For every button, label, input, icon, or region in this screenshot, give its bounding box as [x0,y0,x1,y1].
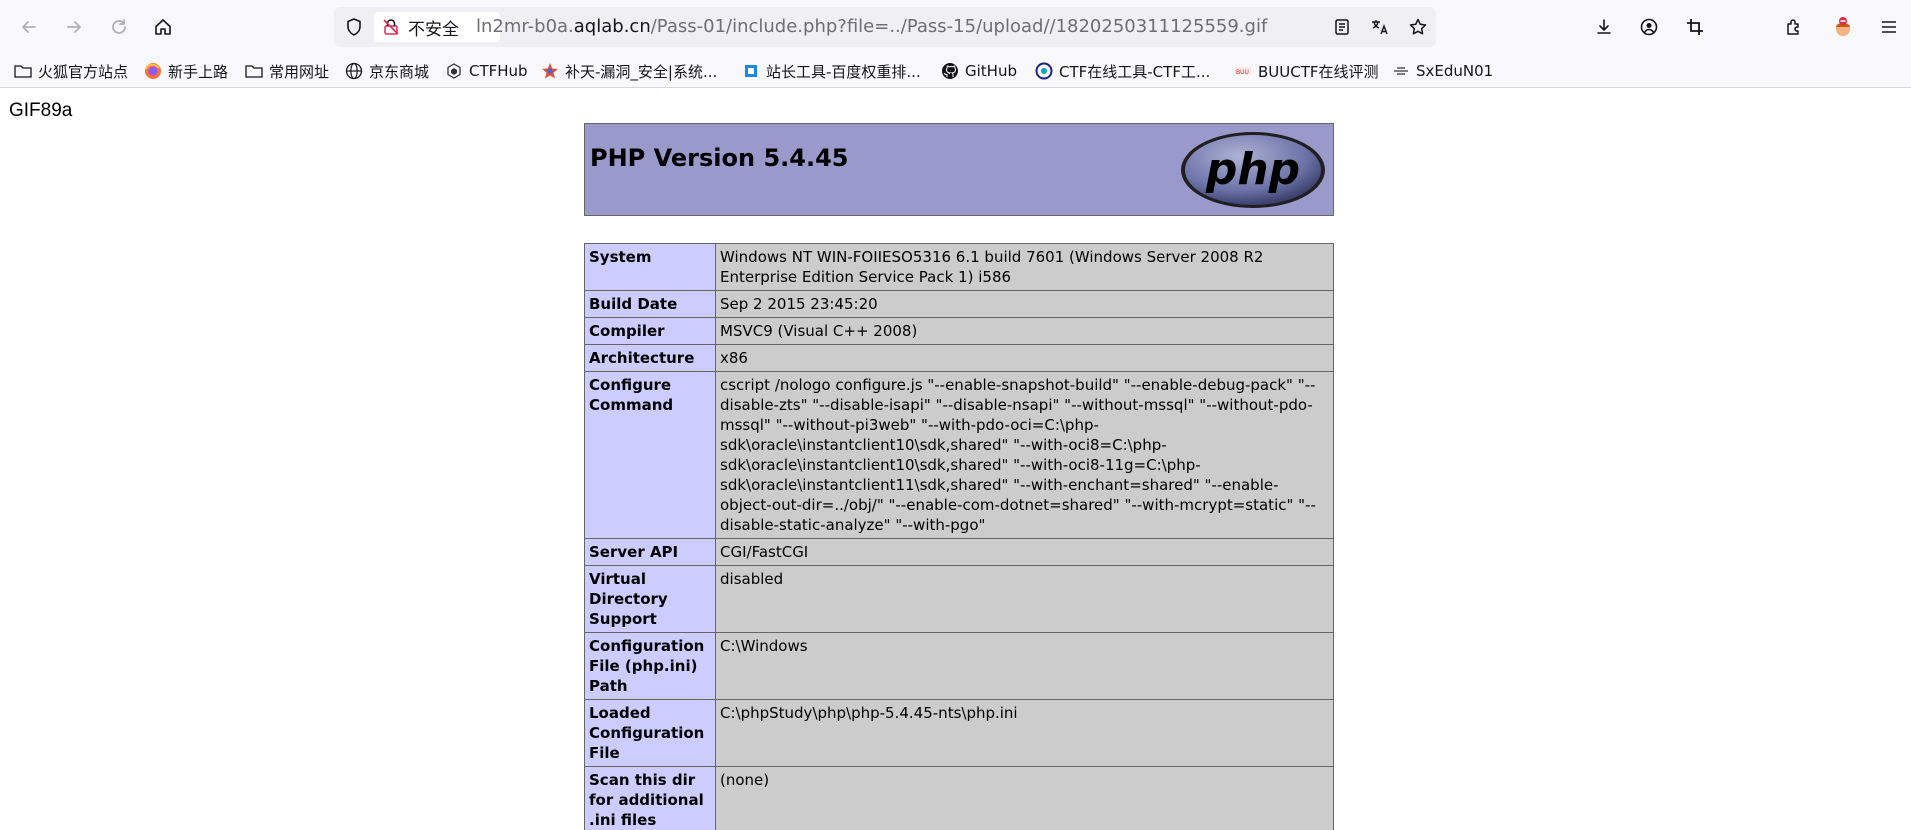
row-key: Configuration File (php.ini) Path [584,632,716,700]
chinaz-icon [742,62,760,80]
row-key: Architecture [584,344,716,372]
buuctf-icon: BUU [1234,62,1252,80]
row-key: Server API [584,538,716,566]
bookmark-item[interactable]: 补天-漏洞_安全|系统... [541,58,717,84]
tracking-protection-shield-icon[interactable] [342,15,366,39]
arrow-right-icon [67,21,81,33]
ctfhub-icon [445,62,463,80]
page-content: GIF89a PHP Version 5.4.45 php System Wind… [0,88,1911,830]
folder-icon [14,62,32,80]
row-value: (none) [715,766,1334,830]
arrow-left-icon [22,21,36,33]
reload-icon [112,19,126,34]
bookmark-item[interactable]: GitHub [941,58,1017,84]
bookmark-label: SxEduN01 [1416,62,1494,80]
home-icon [155,19,171,35]
screenshot-crop-icon[interactable] [1680,12,1710,42]
table-row: Virtual Directory Support disabled [584,565,1334,633]
row-key: Virtual Directory Support [584,565,716,633]
svg-text:BUU: BUU [1236,69,1249,76]
translate-icon[interactable] [1368,15,1392,39]
bookmark-item[interactable]: 常用网址 [245,58,329,84]
phpinfo-header: PHP Version 5.4.45 php [584,123,1334,216]
bookmark-label: GitHub [965,62,1017,80]
bookmark-item[interactable]: 京东商城 [345,58,429,84]
browser-toolbar: 不安全 ln2mr-b0a.aqlab.cn/Pass-01/include.p… [0,0,1911,54]
home-button[interactable] [148,12,178,42]
bookmark-item[interactable]: SxEduN01 [1392,58,1493,84]
url-domain: aqlab.cn [573,16,651,37]
menu-icon[interactable] [1874,12,1904,42]
globe-icon [345,62,363,80]
bookmark-label: 火狐官方站点 [38,62,129,81]
reader-view-icon[interactable] [1330,15,1354,39]
reload-button[interactable] [104,12,134,42]
bookmark-item[interactable]: 站长工具-百度权重排... [742,58,921,84]
row-key: Compiler [584,317,716,345]
table-row: Compiler MSVC9 (Visual C++ 2008) [584,317,1334,345]
bookmark-label: CTFHub [469,62,528,80]
gif-header-text: GIF89a [9,100,73,121]
back-button[interactable] [14,12,44,42]
bookmark-label: 常用网址 [269,62,330,81]
bookmark-item[interactable]: 火狐官方站点 [14,58,128,84]
firefox-icon [144,62,162,80]
row-key: System [584,243,716,291]
extensions-icon[interactable] [1779,12,1809,42]
github-icon [941,62,959,80]
table-row: Loaded Configuration File C:\phpStudy\php… [584,699,1334,767]
php-version-title: PHP Version 5.4.45 [590,144,849,172]
forward-button[interactable] [59,12,89,42]
table-row: Build Date Sep 2 2015 23:45:20 [584,290,1334,318]
row-value: Sep 2 2015 23:45:20 [715,290,1334,318]
url-domain-prefix: ln2mr-b0a. [476,16,574,37]
ctftool-icon [1035,62,1053,80]
php-logo-text: php [1205,144,1300,195]
bookmark-item[interactable]: CTF在线工具-CTF工... [1035,58,1210,84]
bookmark-label: 京东商城 [369,62,430,81]
bookmarks-toolbar: 火狐官方站点 新手上路 常用网址 京东商城 CTFHub 补天-漏洞_安全|系统… [0,54,1911,88]
bookmark-item[interactable]: 新手上路 [144,58,228,84]
url-path: /Pass-01/include.php?file=../Pass-15/upl… [650,16,1268,37]
sxedu-icon [1392,62,1410,80]
insecure-label: 不安全 [408,19,459,40]
phpinfo-table: System Windows NT WIN-FOIIESO5316 6.1 bui… [584,243,1334,830]
table-row: Scan this dir for additional .ini files(… [584,766,1334,830]
row-key: Loaded Configuration File [584,699,716,767]
folder-icon [245,62,263,80]
row-key: Configure Command [584,371,716,539]
table-row: Configuration File (php.ini) Path C:\Wind… [584,632,1334,700]
row-value: Windows NT WIN-FOIIESO5316 6.1 build 760… [715,243,1334,291]
bookmark-star-icon[interactable] [1406,15,1430,39]
butian-icon [541,62,559,80]
bookmark-label: 站长工具-百度权重排... [766,62,921,81]
bookmark-label: CTF在线工具-CTF工... [1059,62,1211,81]
bookmark-item[interactable]: CTFHub [445,58,528,84]
row-value: C:\phpStudy\php\php-5.4.45-nts\php.ini [715,699,1334,767]
table-row: Architecture x86 [584,344,1334,372]
address-bar[interactable]: 不安全 ln2mr-b0a.aqlab.cn/Pass-01/include.p… [334,7,1436,47]
table-row: System Windows NT WIN-FOIIESO5316 6.1 bui… [584,243,1334,291]
table-row: Configure Command cscript /nologo configu… [584,371,1334,539]
row-value: x86 [715,344,1334,372]
url-text[interactable]: ln2mr-b0a.aqlab.cn/Pass-01/include.php?f… [476,7,1267,47]
row-key: Build Date [584,290,716,318]
insecure-lock-icon [383,19,399,35]
row-value: CGI/FastCGI [715,538,1334,566]
extension-avatar-icon[interactable] [1828,12,1858,42]
account-icon[interactable] [1634,12,1664,42]
row-value: C:\Windows [715,632,1334,700]
bookmark-item[interactable]: BUU BUUCTF在线评测 [1234,58,1379,84]
row-key: Scan this dir for additional .ini files [584,766,716,830]
bookmark-label: BUUCTF在线评测 [1258,62,1379,81]
bookmark-label: 补天-漏洞_安全|系统... [565,62,718,81]
row-value: MSVC9 (Visual C++ 2008) [715,317,1334,345]
table-row: Server API CGI/FastCGI [584,538,1334,566]
row-value: cscript /nologo configure.js "--enable-s… [715,371,1334,539]
row-value: disabled [715,565,1334,633]
bookmark-label: 新手上路 [168,62,229,81]
php-logo-icon[interactable]: php [1179,130,1327,210]
downloads-icon[interactable] [1589,12,1619,42]
